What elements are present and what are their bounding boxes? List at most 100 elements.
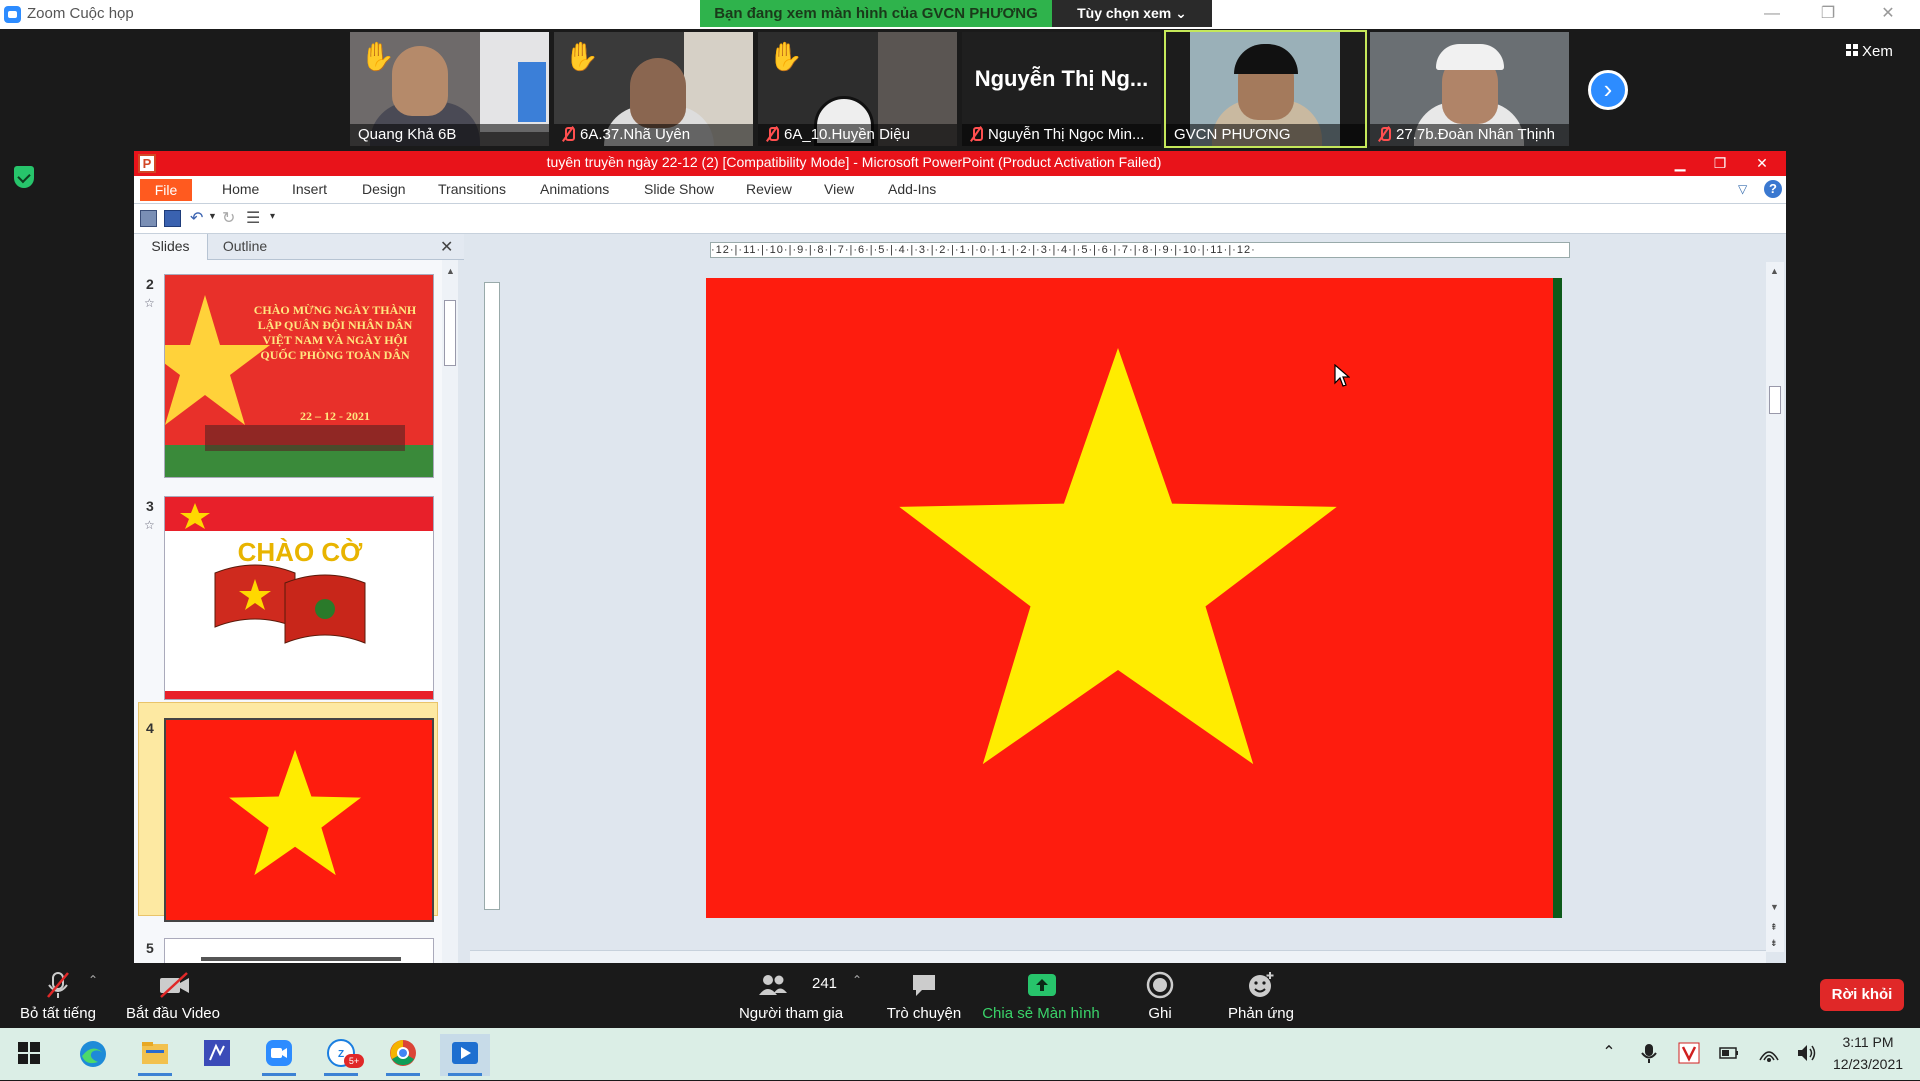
video-tile[interactable]: ✋ 6A.37.Nhã Uyên [554,32,753,146]
media-player-icon[interactable] [440,1034,490,1076]
tab-home[interactable]: Home [222,181,259,197]
minimize-icon[interactable]: — [1758,3,1786,25]
mic-off-icon [1378,127,1391,141]
view-options-button[interactable]: Tùy chọn xem ⌄ [1052,0,1212,27]
ppt-close-icon[interactable]: ✕ [1746,152,1778,174]
customize-qat-icon[interactable]: ▾ [270,211,275,222]
ribbon-expand-icon[interactable]: ▽ [1738,182,1747,196]
participant-name: 27.7b.Đoàn Nhân Thịnh [1370,124,1569,146]
participant-name: 6A_10.Huyền Diệu [758,124,957,146]
tab-view[interactable]: View [824,181,854,197]
start-video-button[interactable]: Bắt đầu Video [118,963,228,1028]
video-tile[interactable]: Nguyễn Thị Ng... Nguyễn Thị Ngọc Min... [962,32,1161,146]
video-tile[interactable]: 27.7b.Đoàn Nhân Thịnh [1370,32,1569,146]
mic-off-icon [562,127,575,141]
slide-vertical-scrollbar[interactable]: ▲ ▼ ⇞ ⇟ [1766,262,1784,952]
mic-off-icon [44,971,72,999]
slide-thumbnail-2[interactable]: CHÀO MỪNG NGÀY THÀNH LẬP QUÂN ĐỘI NHÂN DÂ… [164,274,434,478]
share-screen-button[interactable]: Chia sẻ Màn hình [976,963,1106,1028]
clock-time[interactable]: 3:11 PM [1818,1034,1918,1050]
slide-horizontal-scrollbar[interactable] [470,950,1766,963]
clock-date[interactable]: 12/23/2021 [1818,1056,1918,1072]
raised-hand-icon: ✋ [564,41,599,72]
vietnam-flag-art [899,348,1337,765]
help-icon[interactable]: ? [1764,180,1782,198]
tab-insert[interactable]: Insert [292,181,327,197]
save-as-icon[interactable] [140,210,157,227]
participants-icon [757,971,787,999]
slide-thumbnail-5[interactable] [164,938,434,963]
next-slide-icon[interactable]: ⇟ [1770,938,1778,949]
encryption-shield-icon[interactable] [14,166,34,188]
microphone-icon[interactable] [1638,1042,1660,1064]
windows-taskbar: Z 5+ ⌃ 3:11 PM 12/23/2021 [0,1028,1920,1080]
mic-off-icon [766,127,779,141]
pane-tabs: Slides Outline ✕ [134,234,464,260]
visual-studio-icon[interactable] [192,1034,242,1076]
tab-file[interactable]: File [140,179,192,201]
chrome-browser-icon[interactable] [378,1034,428,1076]
reactions-button[interactable]: Phản ứng [1210,963,1312,1028]
slides-pane-scrollbar[interactable]: ▲ [442,260,458,963]
tab-slides[interactable]: Slides [134,234,208,260]
record-button[interactable]: Ghi [1112,963,1208,1028]
close-pane-icon[interactable]: ✕ [440,237,453,257]
battery-icon[interactable] [1718,1042,1740,1064]
svg-text:Z: Z [338,1049,344,1060]
slide-thumbnail-3[interactable]: CHÀO CỜ [164,496,434,700]
previous-slide-icon[interactable]: ⇞ [1770,922,1778,933]
slide-thumbnail-4[interactable] [164,718,434,922]
undo-dropdown-icon[interactable]: ▼ [208,211,217,221]
participants-button[interactable]: 241 Người tham gia [730,963,852,1028]
scroll-thumb[interactable] [444,300,456,366]
save-icon[interactable] [164,210,181,227]
zoom-titlebar: Zoom Cuộc họp Bạn đang xem màn hình của … [0,0,1920,29]
file-explorer-icon[interactable] [130,1034,180,1076]
participants-label: Người tham gia [738,1005,844,1022]
leave-meeting-button[interactable]: Rời khỏi [1820,979,1904,1011]
zoom-meeting-toolbar: Bỏ tất tiếng ⌃ Bắt đầu Video 241 Người t… [0,963,1920,1028]
speaker-volume-icon[interactable] [1796,1042,1818,1064]
current-slide-canvas[interactable] [706,278,1562,918]
zalo-app-icon[interactable]: Z 5+ [316,1034,366,1076]
video-tile[interactable]: ✋ 6A_10.Huyền Diệu [758,32,957,146]
tab-add-ins[interactable]: Add-Ins [888,181,936,197]
windows-start-icon[interactable] [18,1042,40,1069]
tab-outline[interactable]: Outline [208,234,282,260]
participants-options-icon[interactable]: ⌃ [852,973,862,987]
tab-slide-show[interactable]: Slide Show [644,181,714,197]
zoom-app-icon[interactable] [254,1034,304,1076]
video-tile-active-speaker[interactable]: GVCN PHƯƠNG [1164,30,1367,148]
tab-animations[interactable]: Animations [540,181,609,197]
ppt-restore-icon[interactable]: ❐ [1704,152,1736,174]
video-tile[interactable]: ✋ Quang Khả 6B [350,32,549,146]
wifi-icon[interactable] [1758,1042,1780,1064]
chat-button[interactable]: Trò chuyện [872,963,976,1028]
close-icon[interactable]: ✕ [1874,3,1902,25]
tab-transitions[interactable]: Transitions [438,181,506,197]
slide-number: 2 [146,276,154,292]
redo-icon[interactable]: ↻ [222,210,239,227]
show-hidden-icons-icon[interactable]: ⌃ [1598,1042,1620,1064]
restore-icon[interactable]: ❐ [1814,3,1842,25]
view-button[interactable]: Xem [1846,40,1912,64]
powerpoint-window: P tuyên truyền ngày 22-12 (2) [Compatibi… [134,151,1786,963]
share-screen-icon [1027,971,1056,999]
animation-star-icon: ☆ [144,518,155,532]
quick-access-toolbar: ↶ ▼ ↻ ☰ ▾ [134,204,1786,234]
silhouette-shape [205,425,405,451]
undo-icon[interactable]: ↶ [190,210,207,227]
slide-number: 4 [146,720,154,736]
next-page-button[interactable]: › [1588,70,1628,110]
participant-name: 6A.37.Nhã Uyên [554,124,753,146]
tab-review[interactable]: Review [746,181,792,197]
tab-design[interactable]: Design [362,181,406,197]
audio-options-icon[interactable]: ⌃ [88,973,98,987]
ppt-minimize-icon[interactable]: ▁ [1664,152,1696,174]
antivirus-icon[interactable] [1678,1042,1700,1064]
reactions-label: Phản ứng [1228,1005,1294,1022]
list-icon[interactable]: ☰ [246,210,263,227]
bottom-band-shape [165,691,433,699]
scroll-thumb[interactable] [1769,386,1781,414]
edge-browser-icon[interactable] [68,1034,118,1076]
